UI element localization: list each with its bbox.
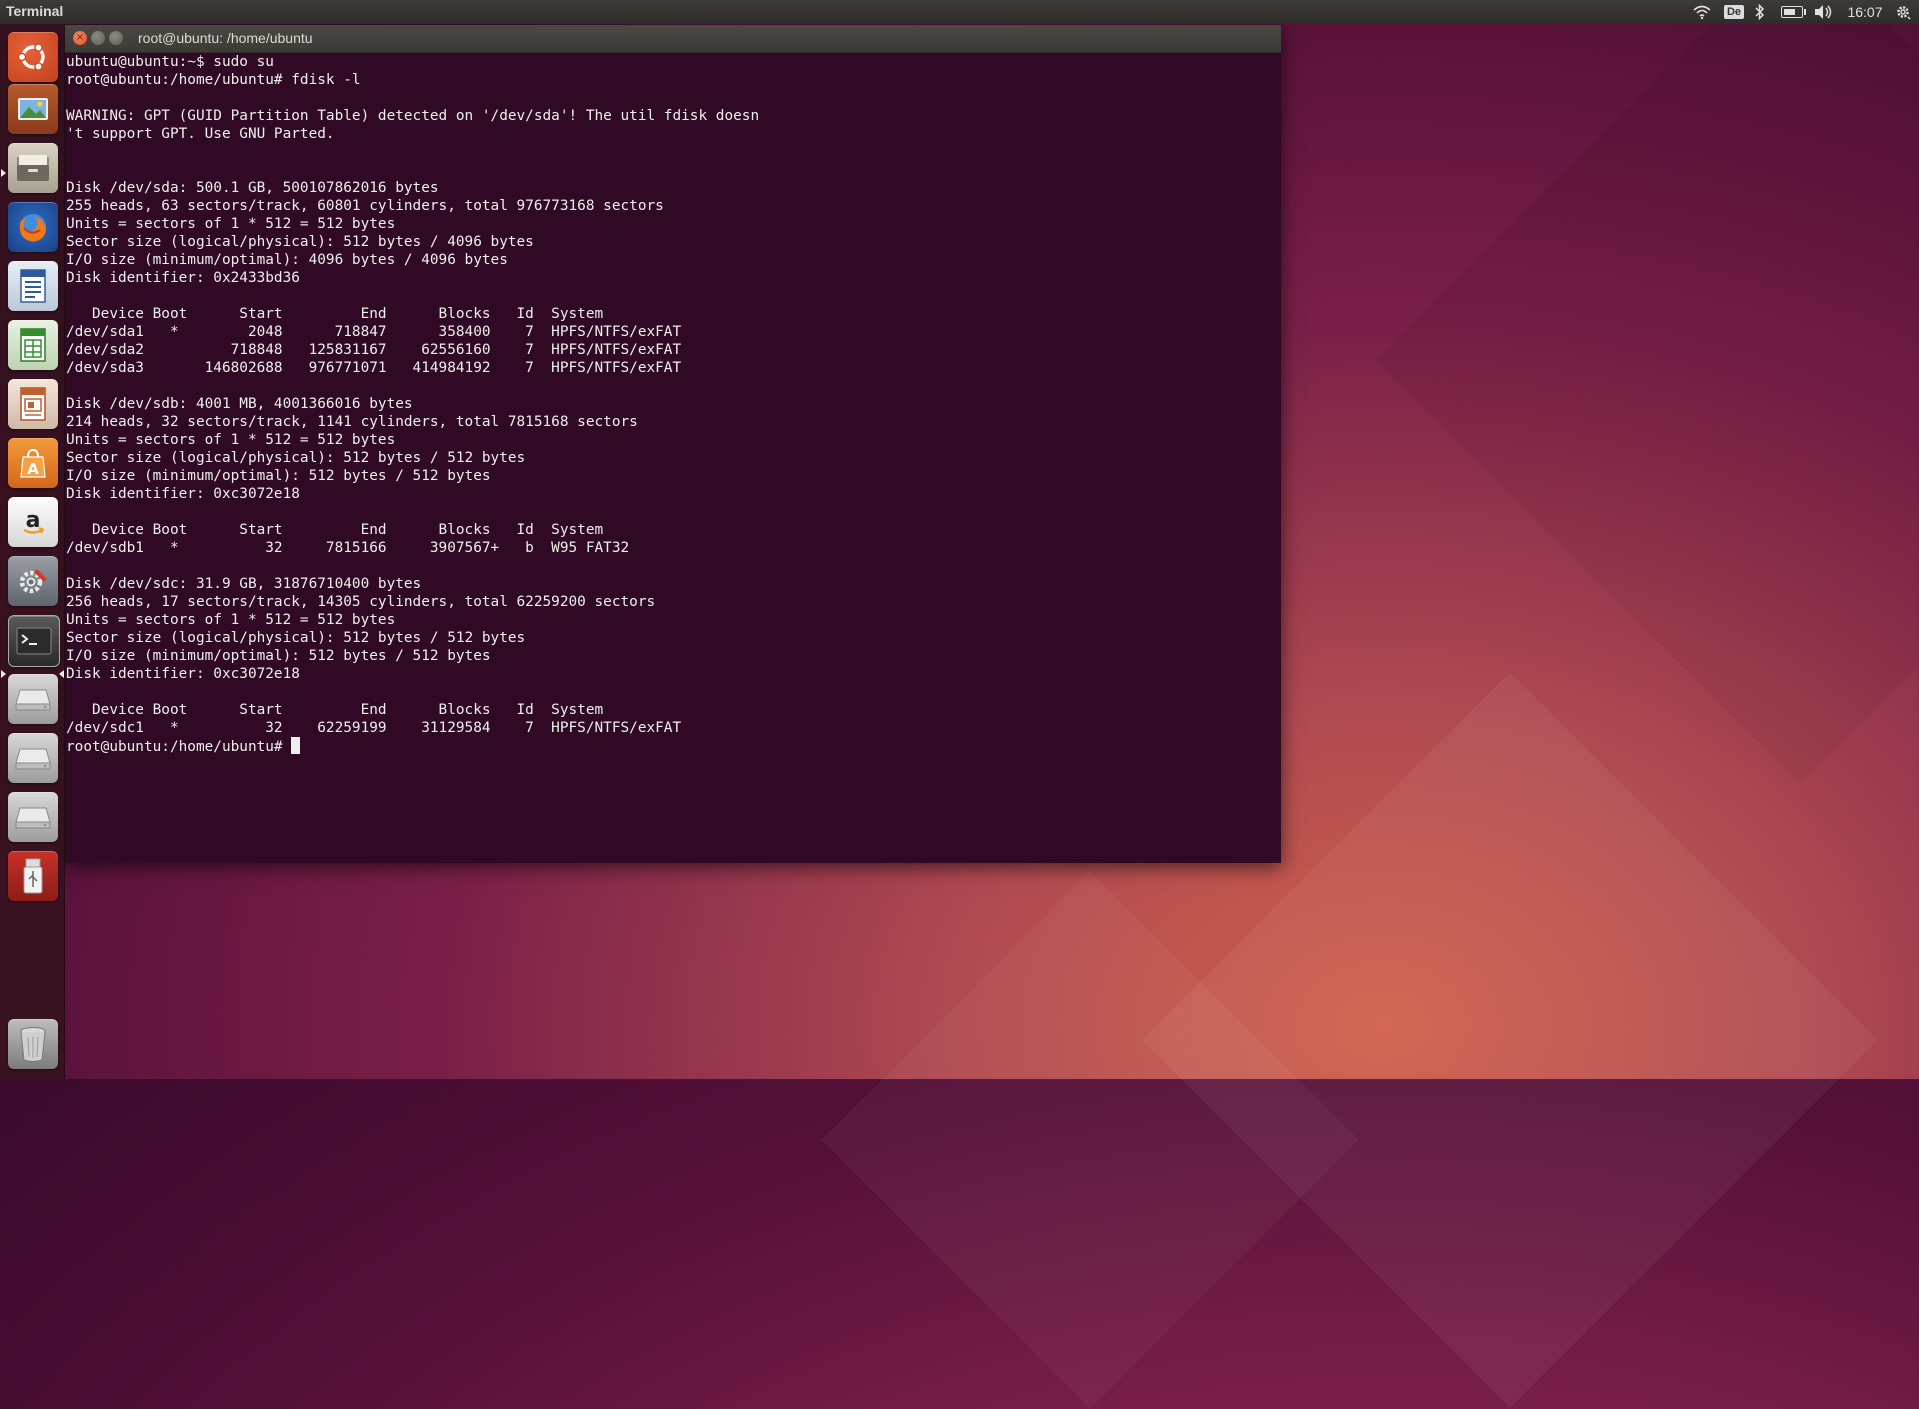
text-cursor <box>291 737 301 754</box>
close-button[interactable]: × <box>73 31 87 45</box>
launcher: A a <box>0 24 65 1079</box>
top-panel: Terminal De 16:07 <box>0 0 1919 24</box>
battery-icon[interactable] <box>1779 3 1806 21</box>
wifi-icon[interactable] <box>1691 3 1713 21</box>
usb-drive-icon[interactable] <box>8 851 58 901</box>
svg-text:A: A <box>27 460 39 478</box>
ubuntu-dash-icon[interactable] <box>8 32 58 82</box>
drive-icon-2[interactable] <box>8 733 58 783</box>
bluetooth-icon[interactable] <box>1752 3 1768 21</box>
terminal-content[interactable]: ubuntu@ubuntu:~$ sudo su root@ubuntu:/ho… <box>66 53 1276 853</box>
app-title: Terminal <box>6 3 64 19</box>
keyboard-layout-indicator[interactable]: De <box>1723 3 1745 21</box>
amazon-icon[interactable]: a <box>8 497 58 547</box>
libreoffice-impress-icon[interactable] <box>8 379 58 429</box>
volume-icon[interactable] <box>1812 3 1834 21</box>
prompt-line[interactable]: root@ubuntu:/home/ubuntu# <box>66 737 1276 756</box>
trash-icon[interactable] <box>8 1019 58 1069</box>
drive-icon-1[interactable] <box>8 674 58 724</box>
keyboard-layout-label: De <box>1723 5 1745 19</box>
image-viewer-icon[interactable] <box>8 84 58 134</box>
window-title: root@ubuntu: /home/ubuntu <box>138 30 313 46</box>
maximize-button[interactable] <box>109 31 123 45</box>
gear-icon[interactable] <box>1892 3 1914 21</box>
terminal-icon[interactable] <box>8 615 60 667</box>
firefox-icon[interactable] <box>8 202 58 252</box>
software-center-icon[interactable]: A <box>8 438 58 488</box>
libreoffice-calc-icon[interactable] <box>8 320 58 370</box>
drive-icon-3[interactable] <box>8 792 58 842</box>
window-titlebar[interactable]: × root@ubuntu: /home/ubuntu <box>64 25 1281 53</box>
shell-prompt: root@ubuntu:/home/ubuntu# <box>66 739 292 755</box>
terminal-window[interactable]: × root@ubuntu: /home/ubuntu ubuntu@ubunt… <box>64 25 1281 863</box>
system-settings-icon[interactable] <box>8 556 58 606</box>
minimize-button[interactable] <box>91 31 105 45</box>
files-icon[interactable] <box>8 143 58 193</box>
terminal-output: ubuntu@ubuntu:~$ sudo su root@ubuntu:/ho… <box>66 54 760 736</box>
svg-text:a: a <box>26 508 41 533</box>
clock[interactable]: 16:07 <box>1845 3 1885 21</box>
libreoffice-writer-icon[interactable] <box>8 261 58 311</box>
